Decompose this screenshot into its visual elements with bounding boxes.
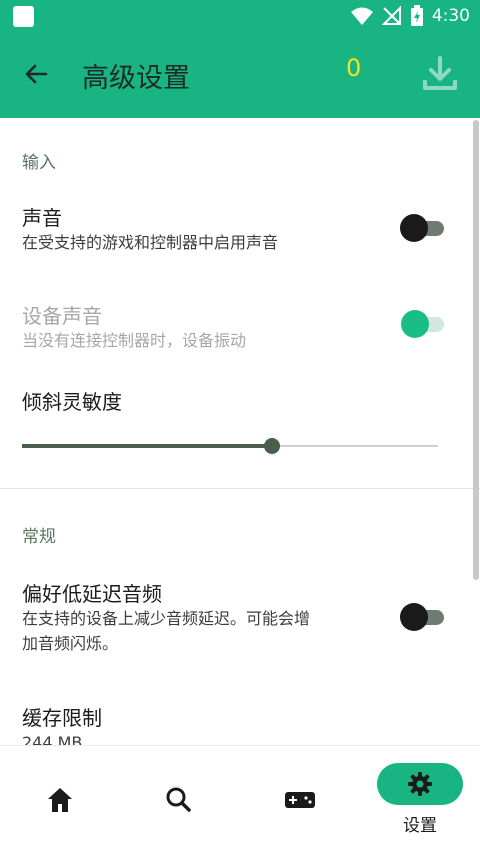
wifi-icon: [350, 7, 373, 25]
section-header-input: 输入: [22, 153, 56, 173]
tilt-sensitivity-title: 倾斜灵敏度: [22, 390, 122, 414]
device-sound-toggle-thumb: [401, 310, 429, 338]
gamepad-icon[interactable]: [280, 784, 320, 816]
notification-icon: [13, 6, 34, 27]
search-icon[interactable]: [159, 784, 199, 816]
slider-knob[interactable]: [263, 438, 280, 454]
gear-icon: [408, 772, 432, 796]
setting-cache-title: 缓存限制: [22, 706, 102, 730]
subtitle-line-1: 在支持的设备上减少音频延迟。可能会增: [22, 609, 311, 628]
app-bar: 高级设置 0: [0, 32, 480, 118]
nav-settings-active[interactable]: [377, 763, 463, 805]
no-signal-icon: [381, 6, 401, 25]
counter-badge: 0: [346, 54, 362, 82]
setting-sound-title: 声音: [22, 206, 62, 230]
setting-device-sound-title: 设备声音: [22, 304, 102, 328]
back-arrow-icon[interactable]: [22, 60, 50, 88]
sound-toggle[interactable]: [400, 214, 446, 242]
bottom-nav: 设置: [0, 745, 480, 854]
slider-fill: [22, 444, 272, 448]
settings-list[interactable]: 输入 声音 在受支持的游戏和控制器中启用声音 设备声音 当没有连接控制器时，设备…: [0, 118, 480, 745]
section-header-general: 常规: [22, 527, 56, 547]
clock-text: 4:30: [431, 6, 470, 26]
setting-device-sound-subtitle: 当没有连接控制器时，设备振动: [22, 331, 247, 350]
setting-cache-value: 244 MB: [22, 733, 83, 745]
sound-toggle-thumb: [400, 214, 428, 242]
status-bar: 4:30: [0, 0, 480, 32]
page-title: 高级设置: [82, 63, 190, 94]
low-latency-toggle[interactable]: [400, 603, 446, 631]
battery-charging-icon: [410, 5, 423, 26]
setting-low-latency-title: 偏好低延迟音频: [22, 582, 162, 606]
nav-settings-label[interactable]: 设置: [395, 811, 445, 836]
tilt-sensitivity-slider[interactable]: [22, 436, 438, 456]
status-icons: 4:30: [350, 4, 470, 28]
device-sound-toggle: [400, 310, 446, 338]
home-icon[interactable]: [40, 784, 80, 816]
download-icon[interactable]: [420, 54, 460, 94]
low-latency-toggle-thumb: [400, 603, 428, 631]
scrollbar[interactable]: [473, 120, 479, 580]
setting-low-latency-subtitle: 在支持的设备上减少音频延迟。可能会增 加音频闪烁。: [22, 606, 372, 656]
section-divider: [0, 488, 480, 489]
setting-sound-subtitle: 在受支持的游戏和控制器中启用声音: [22, 233, 279, 252]
subtitle-line-2: 加音频闪烁。: [22, 634, 119, 653]
